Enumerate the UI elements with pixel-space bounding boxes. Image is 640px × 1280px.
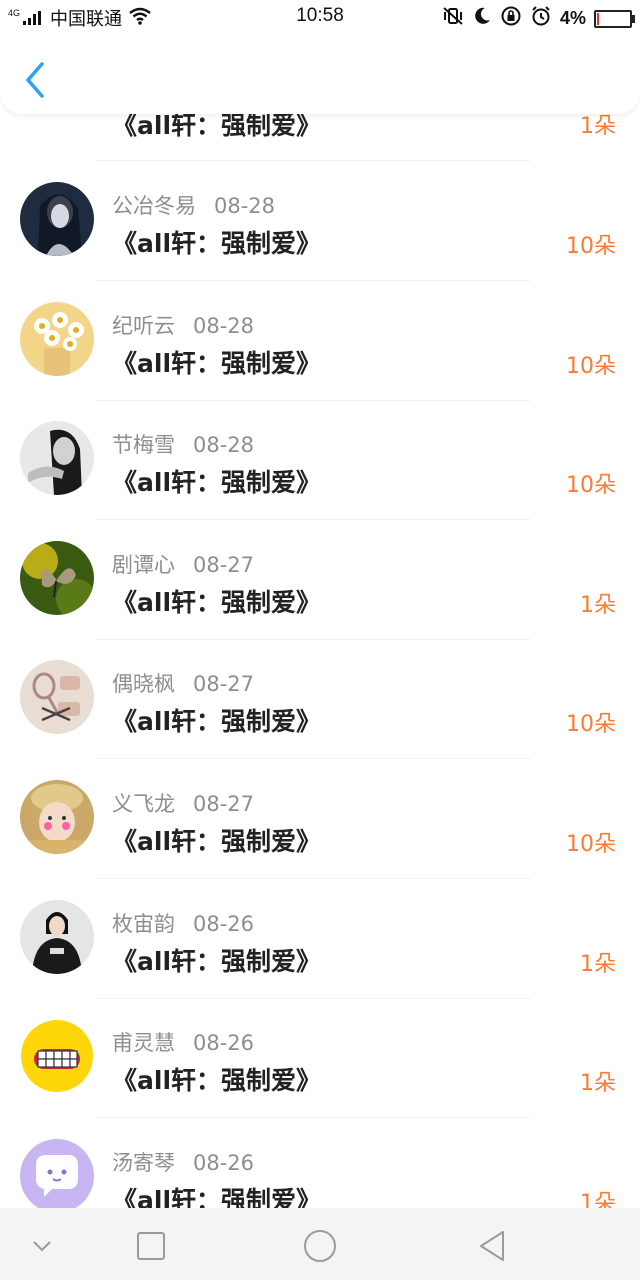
rotation-lock-icon xyxy=(500,5,522,32)
user-name: 公冶冬易 xyxy=(112,193,196,218)
user-name: 剧谭心 xyxy=(112,552,175,577)
status-bar: 4G 中国联通 10:58 4% xyxy=(0,0,640,32)
status-right: 4% xyxy=(442,5,635,32)
moon-icon xyxy=(472,6,492,31)
user-name: 汤寄琴 xyxy=(112,1150,175,1175)
list-item[interactable]: 枚宙韵 08-26 《all轩：强制爱》 1朵 xyxy=(0,839,640,999)
item-date: 08-27 xyxy=(193,672,255,697)
list-item[interactable]: 甫灵慧 08-26 《all轩：强制爱》 1朵 xyxy=(0,959,640,1119)
nav-back-button[interactable] xyxy=(472,1226,512,1266)
list-item[interactable]: 节梅雪 08-28 《all轩：强制爱》 10朵 xyxy=(0,361,640,521)
list-item[interactable]: 偶晓枫 08-27 《all轩：强制爱》 10朵 xyxy=(0,600,640,760)
battery-icon xyxy=(594,9,635,28)
list-item[interactable]: 剧谭心 08-27 《all轩：强制爱》 1朵 xyxy=(0,480,640,640)
list-item[interactable]: 纪听云 08-28 《all轩：强制爱》 10朵 xyxy=(0,241,640,401)
circle-icon xyxy=(304,1230,336,1262)
mute-vibrate-icon xyxy=(442,6,464,31)
item-date: 08-28 xyxy=(193,433,255,458)
item-meta: 甫灵慧 08-26 xyxy=(112,1027,254,1057)
user-name: 偶晓枫 xyxy=(112,672,175,697)
user-name: 义飞龙 xyxy=(112,791,175,816)
item-meta: 汤寄琴 08-26 xyxy=(112,1147,254,1177)
nav-recents-button[interactable] xyxy=(131,1226,171,1266)
item-date: 08-28 xyxy=(193,313,255,338)
list-item[interactable]: 义飞龙 08-27 《all轩：强制爱》 10朵 xyxy=(0,720,640,879)
nav-home-button[interactable] xyxy=(300,1226,340,1266)
item-date: 08-26 xyxy=(193,1031,255,1056)
user-name: 纪听云 xyxy=(112,313,175,338)
item-date: 08-26 xyxy=(193,911,255,936)
item-meta: 义飞龙 08-27 xyxy=(112,788,254,818)
system-nav-bar xyxy=(0,1208,640,1280)
item-meta: 偶晓枫 08-27 xyxy=(112,668,254,698)
user-name: 甫灵慧 xyxy=(112,1031,175,1056)
chat-bubble-avatar[interactable] xyxy=(20,1138,94,1213)
back-button[interactable] xyxy=(20,60,52,100)
item-date: 08-27 xyxy=(193,552,255,577)
battery-percent: 4% xyxy=(559,8,586,28)
chevron-down-icon xyxy=(33,1241,51,1252)
item-meta: 枚宙韵 08-26 xyxy=(112,908,254,938)
user-name: 枚宙韵 xyxy=(112,911,175,936)
item-meta: 公冶冬易 08-28 xyxy=(112,190,275,220)
alarm-icon xyxy=(530,5,552,32)
triangle-back-icon xyxy=(480,1231,504,1261)
item-date: 08-26 xyxy=(193,1150,255,1175)
list-item[interactable]: 汤寄琴 08-26 《all轩：强制爱》 1朵 xyxy=(0,1078,640,1238)
item-meta: 节梅雪 08-28 xyxy=(112,429,254,459)
list-item[interactable]: 公冶冬易 08-28 《all轩：强制爱》 10朵 xyxy=(0,122,640,281)
item-date: 08-28 xyxy=(214,193,276,218)
item-meta: 剧谭心 08-27 xyxy=(112,549,254,579)
chevron-left-icon xyxy=(26,62,44,98)
user-name: 节梅雪 xyxy=(112,433,175,458)
square-icon xyxy=(137,1232,165,1260)
item-meta: 纪听云 08-28 xyxy=(112,310,254,340)
nav-hide-button[interactable] xyxy=(22,1226,62,1266)
item-date: 08-27 xyxy=(193,791,255,816)
